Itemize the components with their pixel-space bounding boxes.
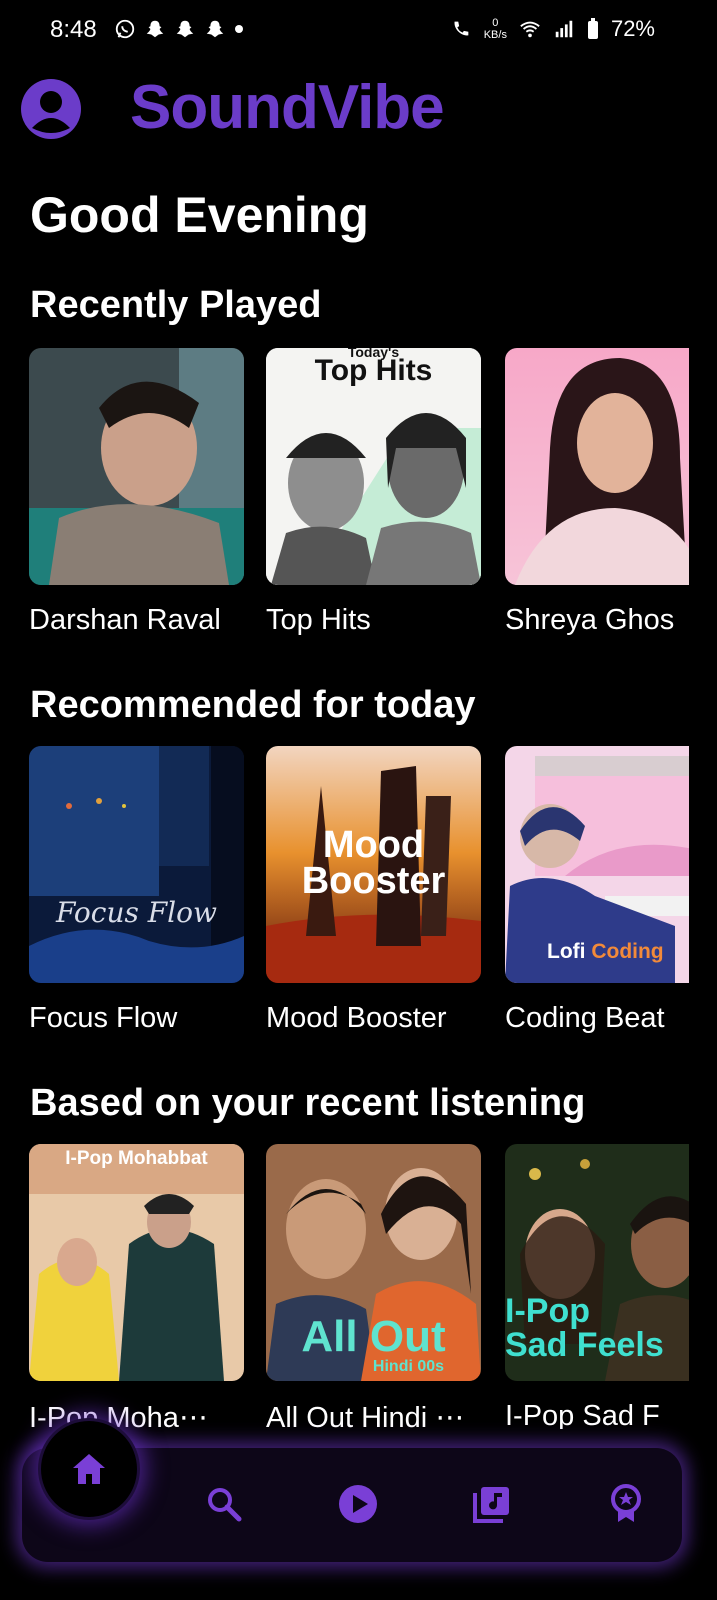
playlist-cover: All Out Hindi 00s (266, 1144, 481, 1381)
snapchat-icon (206, 20, 224, 38)
recommended-row[interactable]: Focus Flow Focus Flow Mood Booster Mood … (29, 746, 689, 1046)
artist-image (29, 348, 244, 585)
search-icon (208, 1488, 242, 1522)
card-focus-flow[interactable]: Focus Flow Focus Flow (29, 746, 244, 1034)
status-bar: 8:48 0 KB/s 72% (0, 0, 717, 60)
card-ipop-mohabbat[interactable]: I-Pop Mohabbat I-Pop Moha⋯ (29, 1144, 244, 1429)
play-icon (339, 1485, 377, 1523)
nav-search-button[interactable] (202, 1482, 246, 1526)
status-time: 8:48 (50, 16, 97, 43)
card-label: Mood Booster (266, 1002, 447, 1034)
recent-listening-row[interactable]: I-Pop Mohabbat I-Pop Moha⋯ All Out Hindi… (29, 1144, 689, 1429)
cover-text: All Out (301, 1312, 446, 1361)
playlist-cover: I-Pop Sad Feels (505, 1144, 689, 1381)
card-label: Darshan Raval (29, 604, 221, 636)
battery-level: 72% (610, 16, 655, 41)
cover-text: Top Hits (314, 354, 433, 387)
card-ipop-sad-feels[interactable]: I-Pop Sad Feels I-Pop Sad F (505, 1144, 689, 1429)
signal-icon (555, 20, 573, 38)
app-header: SoundVibe (20, 76, 700, 140)
snapchat-icon (176, 20, 194, 38)
library-icon (473, 1487, 509, 1523)
card-label: Top Hits (266, 604, 371, 636)
card-label: I-Pop Sad F (505, 1400, 660, 1429)
nav-library-button[interactable] (470, 1482, 514, 1526)
card-coding-beat[interactable]: Lofi Coding Coding Beat (505, 746, 689, 1034)
profile-avatar-icon[interactable] (20, 78, 82, 140)
snapchat-icon (146, 20, 164, 38)
playlist-cover: Focus Flow (29, 746, 244, 983)
card-shreya-ghoshal[interactable]: Shreya Ghos (505, 348, 689, 636)
card-mood-booster[interactable]: Mood Booster Mood Booster (266, 746, 481, 1034)
nav-play-button[interactable] (336, 1482, 380, 1526)
section-title-recommended: Recommended for today (30, 684, 476, 726)
cover-text-line2: Sad Feels (505, 1326, 664, 1364)
home-icon (73, 1454, 105, 1484)
card-all-out-hindi[interactable]: All Out Hindi 00s All Out Hindi ⋯ (266, 1144, 481, 1429)
battery-icon (587, 18, 598, 39)
cover-text: Lofi Coding (547, 940, 664, 963)
playlist-cover: Lofi Coding (505, 746, 689, 983)
cover-text-line2: Booster (301, 860, 446, 902)
call-icon (454, 21, 469, 36)
nav-home-button[interactable] (38, 1418, 140, 1520)
card-label: All Out Hindi ⋯ (266, 1402, 465, 1429)
card-darshan-raval[interactable]: Darshan Raval (29, 348, 244, 636)
dot-icon (235, 25, 243, 33)
card-label: Shreya Ghos (505, 604, 675, 636)
greeting-heading: Good Evening (30, 187, 369, 243)
cover-text: I-Pop Mohabbat (65, 1148, 208, 1169)
badge-icon (611, 1484, 641, 1522)
card-label: Focus Flow (29, 1002, 178, 1034)
card-label: Coding Beat (505, 1002, 665, 1034)
wifi-icon (520, 21, 540, 38)
whatsapp-icon (115, 19, 135, 39)
cover-text: Focus Flow (56, 896, 217, 929)
data-speed: 0 KB/s (483, 17, 507, 41)
section-title-based-on-listening: Based on your recent listening (30, 1082, 586, 1124)
recently-played-row[interactable]: Darshan Raval Today's Top Hits Top Hits (29, 348, 689, 648)
artist-image (505, 348, 689, 585)
section-title-recently-played: Recently Played (30, 284, 322, 326)
cover-text-small: Hindi 00s (372, 1358, 445, 1375)
nav-rewards-button[interactable] (604, 1482, 648, 1526)
playlist-cover: Today's Top Hits (266, 348, 481, 585)
app-logo-title: SoundVibe (130, 73, 445, 142)
card-top-hits[interactable]: Today's Top Hits Top Hits (266, 348, 481, 636)
playlist-cover: I-Pop Mohabbat (29, 1144, 244, 1381)
playlist-cover: Mood Booster (266, 746, 481, 983)
